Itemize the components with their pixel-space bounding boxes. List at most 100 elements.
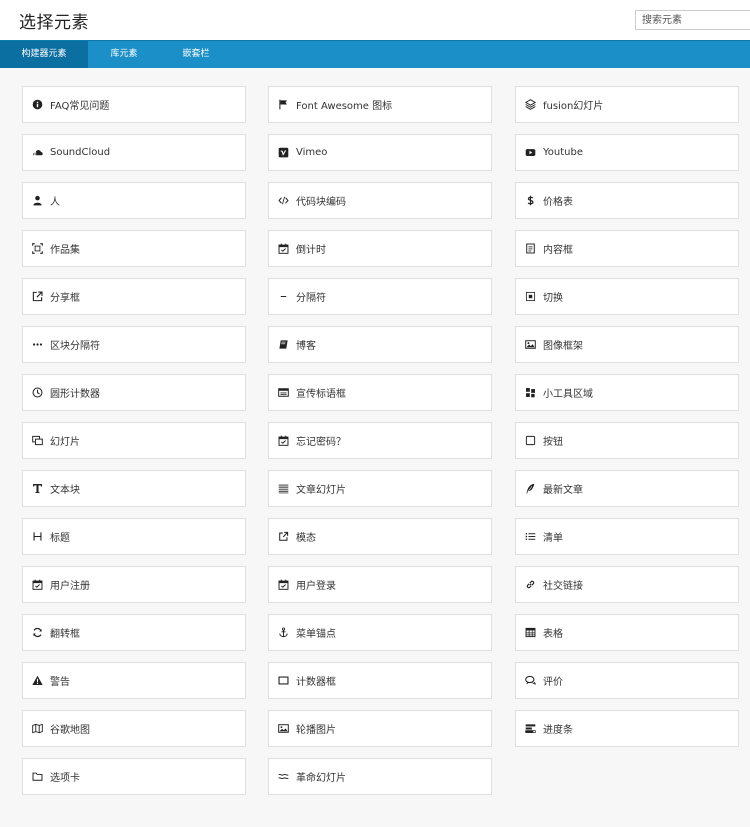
element-card-label: 切换 [543, 293, 563, 304]
element-card-22[interactable]: 幻灯片 [22, 422, 246, 459]
element-card-label: 计数器框 [296, 677, 336, 688]
element-card-21[interactable]: 小工具区域 [515, 374, 739, 411]
element-card-label: 清单 [543, 533, 563, 544]
element-card-23[interactable]: 忘记密码？ [268, 422, 492, 459]
element-card-26[interactable]: 文章幻灯片 [268, 470, 492, 507]
element-card-label: 忘记密码？ [296, 437, 346, 448]
element-card-7[interactable]: 人 [22, 182, 246, 219]
element-card-13[interactable]: 分享框 [22, 278, 246, 315]
element-card-16[interactable]: 区块分隔符 [22, 326, 246, 363]
rectangle-icon [278, 675, 289, 686]
element-card-label: Font Awesome 图标 [296, 101, 393, 112]
element-card-label: 评价 [543, 677, 563, 688]
tab-bar: 构建器元素 库元素 嵌套栏 [0, 40, 750, 68]
element-card-2[interactable]: Font Awesome 图标 [268, 86, 492, 123]
element-card-label: 价格表 [543, 197, 573, 208]
element-card-label: 分隔符 [296, 293, 326, 304]
tab-library-elements[interactable]: 库元素 [88, 41, 160, 68]
element-card-label: 社交链接 [543, 581, 583, 592]
element-card-43[interactable]: 选项卡 [22, 758, 246, 795]
element-card-39[interactable]: 评价 [515, 662, 739, 699]
element-card-label: 按钮 [543, 437, 563, 448]
element-card-label: 宣传标语框 [296, 389, 346, 400]
slides-icon [32, 435, 43, 446]
person-icon [32, 195, 43, 206]
element-card-24[interactable]: 按钮 [515, 422, 739, 459]
warning-icon [32, 675, 43, 686]
element-card-25[interactable]: 文本块 [22, 470, 246, 507]
element-card-44[interactable]: 革命幻灯片 [268, 758, 492, 795]
calendar-check-icon [278, 435, 289, 446]
element-card-35[interactable]: 菜单锚点 [268, 614, 492, 651]
element-card-19[interactable]: 圆形计数器 [22, 374, 246, 411]
text-t-icon [32, 483, 43, 494]
element-card-42[interactable]: 进度条 [515, 710, 739, 747]
element-card-11[interactable]: 倒计时 [268, 230, 492, 267]
element-card-31[interactable]: 用户注册 [22, 566, 246, 603]
element-card-1[interactable]: FAQ常见问题 [22, 86, 246, 123]
element-card-9[interactable]: 价格表 [515, 182, 739, 219]
element-card-20[interactable]: 宣传标语框 [268, 374, 492, 411]
element-card-label: 标题 [50, 533, 70, 544]
wave-icon [278, 771, 289, 782]
element-card-37[interactable]: 警告 [22, 662, 246, 699]
element-card-label: 轮播图片 [296, 725, 336, 736]
element-card-12[interactable]: 内容框 [515, 230, 739, 267]
element-card-label: 菜单锚点 [296, 629, 336, 640]
element-card-label: fusion幻灯片 [543, 101, 604, 112]
tab-builder-elements[interactable]: 构建器元素 [0, 41, 88, 68]
element-card-28[interactable]: 标题 [22, 518, 246, 555]
element-card-label: 表格 [543, 629, 563, 640]
element-card-5[interactable]: Vimeo [268, 134, 492, 171]
element-card-33[interactable]: 社交链接 [515, 566, 739, 603]
link-icon [525, 579, 536, 590]
anchor-icon [278, 627, 289, 638]
element-card-label: 谷歌地图 [50, 725, 90, 736]
element-card-34[interactable]: 翻转框 [22, 614, 246, 651]
element-card-15[interactable]: 切换 [515, 278, 739, 315]
element-card-29[interactable]: 模态 [268, 518, 492, 555]
element-card-label: 文章幻灯片 [296, 485, 346, 496]
element-card-6[interactable]: Youtube [515, 134, 739, 171]
element-card-41[interactable]: 轮播图片 [268, 710, 492, 747]
search-input[interactable] [635, 10, 750, 30]
element-card-label: Youtube [543, 147, 583, 158]
minus-icon [278, 291, 289, 302]
element-card-32[interactable]: 用户登录 [268, 566, 492, 603]
element-card-27[interactable]: 最新文章 [515, 470, 739, 507]
share-box-icon [32, 291, 43, 302]
element-card-38[interactable]: 计数器框 [268, 662, 492, 699]
element-card-label: 模态 [296, 533, 316, 544]
element-card-label: 小工具区域 [543, 389, 593, 400]
code-icon [278, 195, 289, 206]
element-card-18[interactable]: 图像框架 [515, 326, 739, 363]
element-card-label: SoundCloud [50, 147, 111, 158]
map-icon [32, 723, 43, 734]
stacked-lines-icon [278, 483, 289, 494]
element-card-17[interactable]: 博客 [268, 326, 492, 363]
toggle-box-icon [525, 291, 536, 302]
element-card-label: 圆形计数器 [50, 389, 100, 400]
element-card-14[interactable]: 分隔符 [268, 278, 492, 315]
element-card-4[interactable]: SoundCloud [22, 134, 246, 171]
element-card-label: 最新文章 [543, 485, 583, 496]
element-card-8[interactable]: 代码块编码 [268, 182, 492, 219]
progress-bars-icon [525, 723, 536, 734]
element-card-40[interactable]: 谷歌地图 [22, 710, 246, 747]
element-card-10[interactable]: 作品集 [22, 230, 246, 267]
clock-icon [32, 387, 43, 398]
element-card-label: 翻转框 [50, 629, 80, 640]
element-card-label: 区块分隔符 [50, 341, 100, 352]
element-card-label: 文本块 [50, 485, 80, 496]
element-card-36[interactable]: 表格 [515, 614, 739, 651]
page-title: 选择元素 [19, 13, 89, 33]
element-card-label: 警告 [50, 677, 70, 688]
element-grid: FAQ常见问题 Font Awesome 图标 fusion幻灯片 SoundClou… [0, 68, 750, 827]
element-card-label: 倒计时 [296, 245, 326, 256]
element-card-30[interactable]: 清单 [515, 518, 739, 555]
element-card-3[interactable]: fusion幻灯片 [515, 86, 739, 123]
flag-icon [278, 99, 289, 110]
tab-nested-columns[interactable]: 嵌套栏 [160, 41, 232, 68]
image-carousel-icon [278, 723, 289, 734]
element-card-label: 选项卡 [50, 773, 80, 784]
